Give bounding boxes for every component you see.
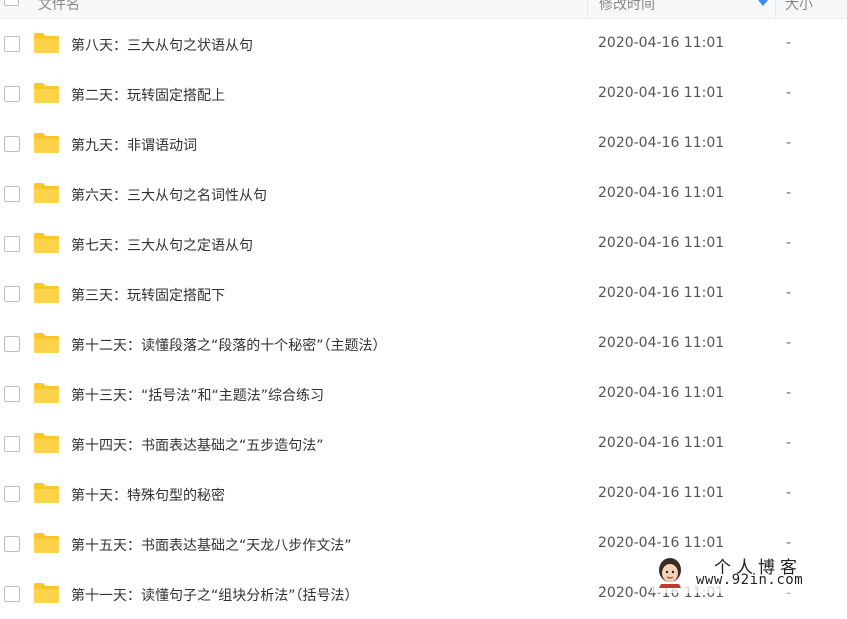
file-name-link[interactable]: 第八天：三大从句之状语从句 (71, 35, 253, 55)
modified-time: 2020-04-16 11:01 (598, 335, 725, 351)
modified-time: 2020-04-16 11:01 (598, 85, 725, 101)
file-row[interactable]: 第十三天：“括号法”和“主题法”综合练习 2020-04-16 11:01 - (0, 369, 847, 419)
file-size: - (786, 135, 792, 151)
file-row[interactable]: 第九天：非谓语动词 2020-04-16 11:01 - (0, 119, 847, 169)
file-name-link[interactable]: 第十五天：书面表达基础之“天龙八步作文法” (71, 535, 352, 555)
folder-icon (34, 83, 59, 103)
modified-time: 2020-04-16 11:01 (598, 135, 725, 151)
folder-icon (34, 383, 59, 403)
row-checkbox[interactable] (4, 236, 20, 252)
folder-icon (34, 583, 59, 603)
file-row[interactable]: 第六天：三大从句之名词性从句 2020-04-16 11:01 - (0, 169, 847, 219)
modified-time: 2020-04-16 11:01 (598, 185, 725, 201)
folder-icon (34, 483, 59, 503)
folder-icon (34, 533, 59, 553)
file-row[interactable]: 第十二天：读懂段落之“段落的十个秘密”（主题法） 2020-04-16 11:0… (0, 319, 847, 369)
file-name-link[interactable]: 第十四天：书面表达基础之“五步造句法” (71, 435, 324, 455)
file-size: - (786, 335, 792, 351)
file-size: - (786, 485, 792, 501)
modified-time: 2020-04-16 11:01 (598, 485, 725, 501)
watermark-url: www.92in.com (696, 572, 804, 588)
folder-icon (34, 283, 59, 303)
file-name-link[interactable]: 第九天：非谓语动词 (71, 135, 197, 155)
file-size: - (786, 285, 792, 301)
file-name-link[interactable]: 第十三天：“括号法”和“主题法”综合练习 (71, 385, 324, 405)
modified-time: 2020-04-16 11:01 (598, 235, 725, 251)
file-name-link[interactable]: 第六天：三大从句之名词性从句 (71, 185, 267, 205)
column-header-modified-time[interactable]: 修改时间 (587, 0, 775, 18)
row-checkbox[interactable] (4, 186, 20, 202)
file-size: - (786, 535, 792, 551)
folder-icon (34, 333, 59, 353)
row-checkbox[interactable] (4, 336, 20, 352)
sort-desc-icon[interactable] (758, 0, 768, 6)
blog-watermark: 个人博客 www.92in.com (652, 553, 847, 593)
file-name-link[interactable]: 第二天：玩转固定搭配上 (71, 85, 225, 105)
file-size: - (786, 85, 792, 101)
column-header-name[interactable]: 文件名 (38, 0, 80, 14)
file-row[interactable]: 第七天：三大从句之定语从句 2020-04-16 11:01 - (0, 219, 847, 269)
file-list-header: 文件名 修改时间 大小 (0, 0, 847, 19)
modified-time: 2020-04-16 11:01 (598, 35, 725, 51)
row-checkbox[interactable] (4, 136, 20, 152)
row-checkbox[interactable] (4, 286, 20, 302)
file-size: - (786, 435, 792, 451)
file-size: - (786, 385, 792, 401)
file-size: - (786, 185, 792, 201)
file-size: - (786, 235, 792, 251)
file-row[interactable]: 第十天：特殊句型的秘密 2020-04-16 11:01 - (0, 469, 847, 519)
row-checkbox[interactable] (4, 386, 20, 402)
row-checkbox[interactable] (4, 486, 20, 502)
file-name-link[interactable]: 第十一天：读懂句子之“组块分析法”（括号法） (71, 585, 359, 605)
folder-icon (34, 33, 59, 53)
folder-icon (34, 433, 59, 453)
column-header-size-label: 大小 (785, 0, 813, 13)
file-name-link[interactable]: 第十天：特殊句型的秘密 (71, 485, 225, 505)
row-checkbox[interactable] (4, 436, 20, 452)
cartoon-avatar-icon (659, 558, 681, 588)
modified-time: 2020-04-16 11:01 (598, 285, 725, 301)
column-header-size[interactable]: 大小 (775, 0, 847, 18)
row-checkbox[interactable] (4, 36, 20, 52)
file-name-link[interactable]: 第十二天：读懂段落之“段落的十个秘密”（主题法） (71, 335, 387, 355)
column-header-modified-time-label: 修改时间 (599, 0, 655, 13)
modified-time: 2020-04-16 11:01 (598, 535, 725, 551)
file-name-link[interactable]: 第七天：三大从句之定语从句 (71, 235, 253, 255)
folder-icon (34, 183, 59, 203)
file-name-link[interactable]: 第三天：玩转固定搭配下 (71, 285, 225, 305)
file-row[interactable]: 第十四天：书面表达基础之“五步造句法” 2020-04-16 11:01 - (0, 419, 847, 469)
file-row[interactable]: 第八天：三大从句之状语从句 2020-04-16 11:01 - (0, 19, 847, 69)
select-all-checkbox[interactable] (4, 0, 19, 6)
file-size: - (786, 35, 792, 51)
folder-icon (34, 233, 59, 253)
row-checkbox[interactable] (4, 86, 20, 102)
row-checkbox[interactable] (4, 536, 20, 552)
file-row[interactable]: 第二天：玩转固定搭配上 2020-04-16 11:01 - (0, 69, 847, 119)
modified-time: 2020-04-16 11:01 (598, 435, 725, 451)
row-checkbox[interactable] (4, 586, 20, 602)
folder-icon (34, 133, 59, 153)
file-row[interactable]: 第三天：玩转固定搭配下 2020-04-16 11:01 - (0, 269, 847, 319)
modified-time: 2020-04-16 11:01 (598, 385, 725, 401)
